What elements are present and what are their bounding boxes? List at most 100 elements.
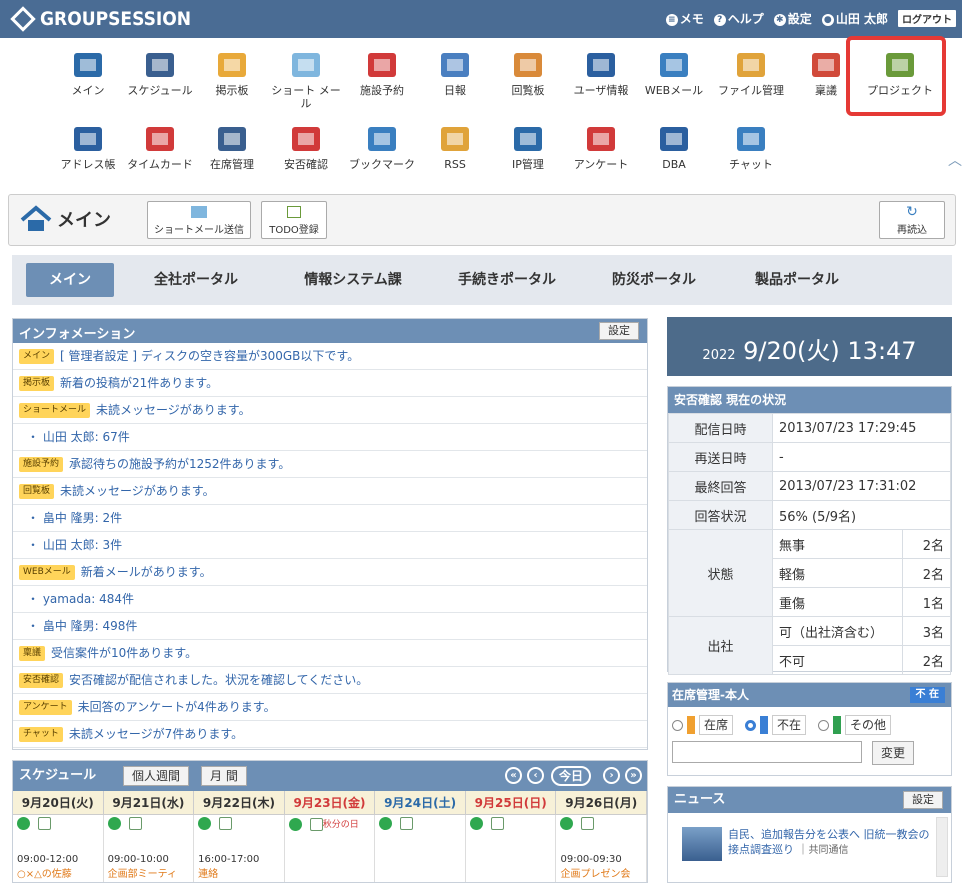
tab-2[interactable]: 情報システム課 — [278, 263, 428, 297]
info-row[interactable]: メイン [ 管理者設定 ] ディスクの空き容量が300GB以下です。 — [13, 343, 647, 370]
add-schedule-icon[interactable] — [17, 817, 30, 830]
prev-day-icon[interactable]: ‹ — [527, 767, 544, 784]
groupsession-logo[interactable]: GROUPSESSION — [10, 6, 191, 32]
info-row[interactable]: 安否確認 安否確認が配信されました。状況を確認してください。 — [13, 667, 647, 694]
info-text[interactable]: 未読メッセージがあります。 — [60, 484, 215, 498]
event-title[interactable]: 企画プレゼン会 — [560, 865, 642, 880]
app-timecard[interactable]: タイムカード — [122, 122, 198, 171]
schedule-day-cell[interactable]: 09:00-10:00 企画部ミーティ — [104, 815, 195, 882]
other-option[interactable]: その他 — [845, 715, 892, 735]
schedule-day-cell[interactable]: 秋分の日 — [285, 815, 376, 882]
schedule-day-cell[interactable]: 09:00-12:00 ○×△の佐藤 — [13, 815, 104, 882]
app-ip[interactable]: IP管理 — [490, 122, 566, 171]
info-text[interactable]: 新着の投稿が21件あります。 — [60, 376, 218, 390]
app-envelope[interactable]: ショート メール — [268, 48, 344, 110]
info-text[interactable]: ・ 山田 太郎: 67件 — [19, 430, 130, 444]
add-schedule-icon[interactable] — [379, 817, 393, 830]
tab-5[interactable]: 製品ポータル — [732, 263, 862, 297]
schedule-list-icon[interactable] — [38, 817, 51, 830]
app-folder[interactable]: ファイル管理 — [713, 48, 789, 97]
info-row[interactable]: ショートメール 未読メッセージがあります。 — [13, 397, 647, 424]
radio-absent[interactable] — [745, 719, 757, 731]
schedule-list-icon[interactable] — [128, 817, 142, 830]
app-facility[interactable]: 施設予約 — [344, 48, 420, 97]
present-option[interactable]: 在席 — [699, 715, 734, 735]
schedule-day-header[interactable]: 9月21日(水) — [104, 791, 195, 814]
schedule-day-header[interactable]: 9月26日(月) — [556, 791, 647, 814]
info-row[interactable]: アンケート 未回答のアンケートが4件あります。 — [13, 694, 647, 721]
info-row[interactable]: ・ 山田 太郎: 3件 — [13, 532, 647, 559]
radio-present[interactable] — [672, 719, 683, 731]
today-button[interactable]: 今日 — [551, 766, 592, 786]
info-row[interactable]: ・ 畠中 隆男: 498件 — [13, 613, 647, 640]
event-title[interactable]: ○×△の佐藤 — [17, 865, 99, 880]
info-row[interactable]: 回覧板 未読メッセージがあります。 — [13, 478, 647, 505]
info-text[interactable]: ・ yamada: 484件 — [19, 592, 134, 606]
info-row[interactable]: チャット 未読メッセージが7件あります。 — [13, 721, 647, 748]
info-text[interactable]: 承認待ちの施設予約が1252件あります。 — [69, 457, 290, 471]
schedule-day-header[interactable]: 9月24日(土) — [375, 791, 466, 814]
todo-register-button[interactable]: TODO登録 — [261, 201, 327, 239]
schedule-list-icon[interactable] — [581, 817, 595, 830]
add-schedule-icon[interactable] — [107, 817, 121, 830]
schedule-day-cell[interactable] — [375, 815, 466, 882]
memo-link[interactable]: ≡ メモ — [665, 10, 704, 27]
add-schedule-icon[interactable] — [198, 817, 212, 830]
short-mail-send-button[interactable]: ショートメール送信 — [147, 201, 251, 239]
schedule-day-header[interactable]: 9月20日(火) — [13, 791, 104, 814]
app-chat[interactable]: チャット — [713, 122, 789, 171]
collapse-icon[interactable]: ︿ — [948, 150, 962, 170]
app-bookmark[interactable]: ブックマーク — [344, 122, 420, 171]
schedule-list-icon[interactable] — [309, 817, 323, 831]
info-text[interactable]: 安否確認が配信されました。状況を確認してください。 — [69, 673, 368, 687]
info-text[interactable]: ・ 畠中 隆男: 2件 — [19, 511, 122, 525]
schedule-list-icon[interactable] — [490, 817, 504, 830]
schedule-day-header[interactable]: 9月23日(金) — [285, 791, 376, 814]
info-text[interactable]: 受信案件が10件あります。 — [51, 646, 197, 660]
tab-4[interactable]: 防災ポータル — [586, 263, 722, 297]
app-calendar[interactable]: スケジュール — [122, 48, 198, 97]
schedule-day-header[interactable]: 9月22日(木) — [194, 791, 285, 814]
schedule-list-icon[interactable] — [219, 817, 233, 830]
info-text[interactable]: 未読メッセージがあります。 — [96, 403, 251, 417]
schedule-day-cell[interactable] — [466, 815, 557, 882]
tab-3[interactable]: 手続きポータル — [432, 263, 582, 297]
app-rss[interactable]: RSS — [417, 122, 493, 171]
app-survey[interactable]: アンケート — [563, 122, 639, 171]
app-board[interactable]: 掲示板 — [194, 48, 270, 97]
info-row[interactable]: 稟議 受信案件が10件あります。 — [13, 640, 647, 667]
info-row[interactable]: 施設予約 承認待ちの施設予約が1252件あります。 — [13, 451, 647, 478]
personal-week-button[interactable]: 個人週間 — [123, 766, 190, 786]
schedule-list-icon[interactable] — [400, 817, 414, 830]
add-schedule-icon[interactable] — [560, 817, 574, 830]
absent-option[interactable]: 不在 — [772, 715, 807, 735]
info-row[interactable]: ・ yamada: 484件 — [13, 586, 647, 613]
radio-other[interactable] — [818, 719, 830, 731]
info-text[interactable]: 未回答のアンケートが4件あります。 — [78, 700, 276, 714]
app-user-info[interactable]: ユーザ情報 — [563, 48, 639, 97]
info-text[interactable]: ・ 畠中 隆男: 498件 — [19, 619, 137, 633]
user-link[interactable]: ● 山田 太郎 — [821, 10, 888, 27]
app-address-book[interactable]: アドレス帳 — [50, 122, 126, 171]
app-house[interactable]: メイン — [50, 48, 126, 97]
news-item[interactable]: 自民、追加報告分を公表へ 旧統一教会の接点調査巡り ｜共同通信 — [668, 813, 951, 861]
event-title[interactable]: 企画部ミーティ — [108, 865, 190, 880]
info-row[interactable]: ・ 山田 太郎: 67件 — [13, 424, 647, 451]
settings-link[interactable]: ✱ 設定 — [773, 10, 812, 27]
app-safety[interactable]: 安否確認 — [268, 122, 344, 171]
tab-0[interactable]: メイン — [26, 263, 114, 297]
info-text[interactable]: 新着メールがあります。 — [81, 565, 212, 579]
information-settings-button[interactable]: 設定 — [599, 322, 639, 340]
reload-button[interactable]: ↻ 再読込 — [879, 201, 945, 239]
next-week-icon[interactable]: » — [625, 767, 642, 784]
tab-1[interactable]: 全社ポータル — [128, 263, 264, 297]
info-text[interactable]: [ 管理者設定 ] ディスクの空き容量が300GB以下です。 — [60, 349, 359, 363]
app-webmail[interactable]: WEBメール — [636, 48, 712, 97]
app-report[interactable]: 日報 — [417, 48, 493, 97]
app-database[interactable]: DBA — [636, 122, 712, 171]
schedule-day-header[interactable]: 9月25日(日) — [466, 791, 557, 814]
next-day-icon[interactable]: › — [603, 767, 620, 784]
news-settings-button[interactable]: 設定 — [903, 791, 943, 809]
info-row[interactable]: 掲示板 新着の投稿が21件あります。 — [13, 370, 647, 397]
logout-button[interactable]: ログアウト — [898, 10, 956, 27]
